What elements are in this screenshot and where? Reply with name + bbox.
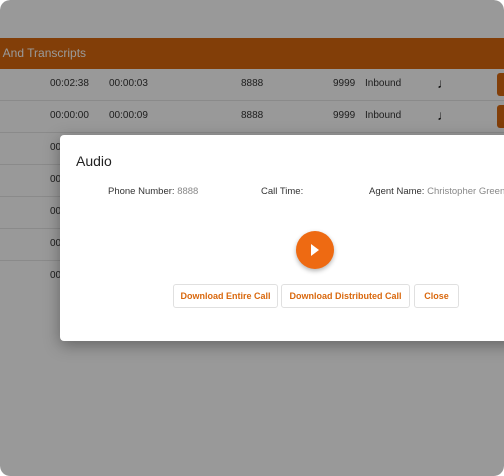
modal-title: Audio [76, 153, 112, 169]
agent-name-value: Christopher Greenv [427, 186, 504, 197]
play-icon [311, 244, 319, 256]
call-time-label: Call Time: [261, 186, 304, 197]
play-button[interactable] [296, 231, 334, 269]
phone-number-label: Phone Number: [108, 186, 175, 197]
call-time-info: Call Time: [261, 186, 303, 197]
agent-name-label: Agent Name: [369, 186, 425, 197]
agent-name-info: Agent Name: Christopher Greenv [369, 186, 504, 197]
phone-number-value: 8888 [177, 186, 199, 197]
app-frame: s And Transcripts 00:02:38 00:00:03 8888… [0, 0, 504, 476]
download-entire-call-button[interactable]: Download Entire Call [173, 284, 278, 308]
close-button[interactable]: Close [414, 284, 459, 308]
download-distributed-call-button[interactable]: Download Distributed Call [281, 284, 410, 308]
phone-number-info: Phone Number: 8888 [108, 186, 198, 197]
audio-modal: Audio Phone Number: 8888 Call Time: Agen… [60, 135, 504, 341]
